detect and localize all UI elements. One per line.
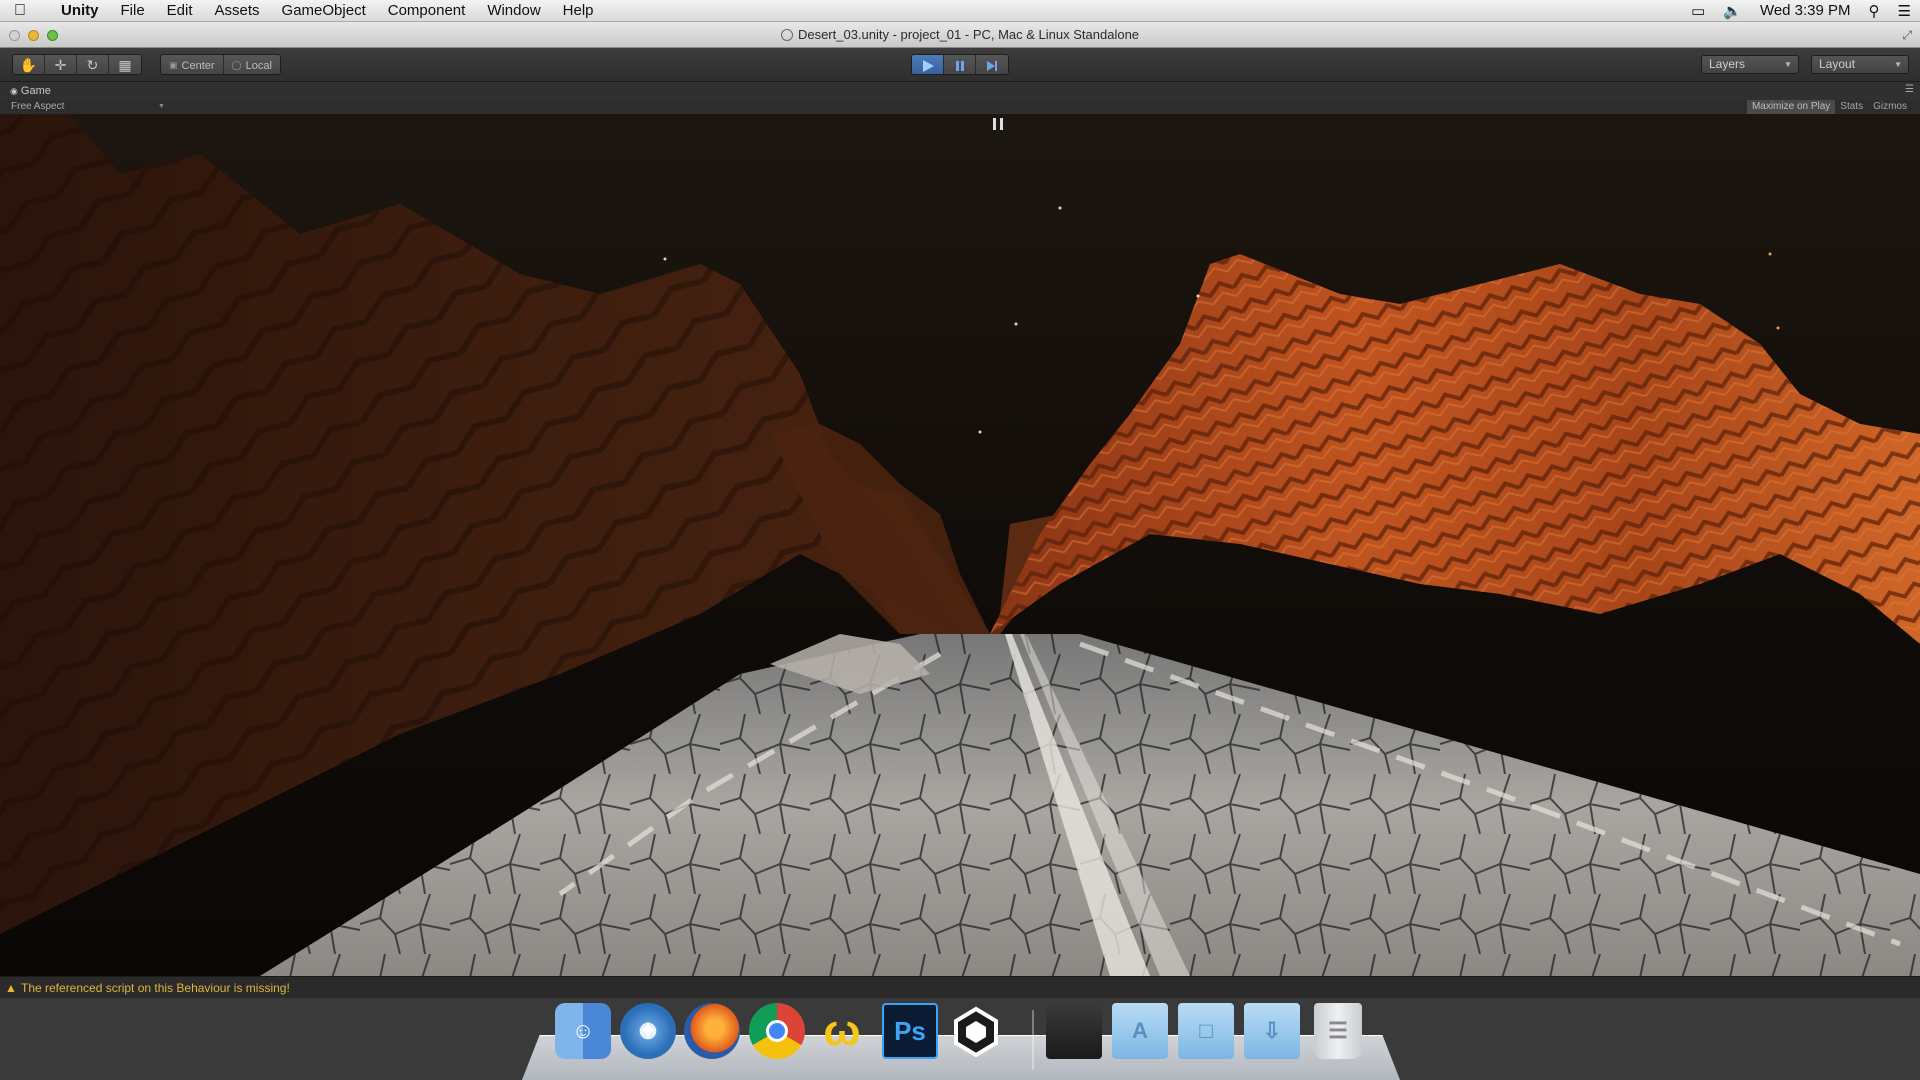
- safari-icon[interactable]: ✦: [620, 1003, 676, 1059]
- fullscreen-icon[interactable]: ⤢: [1902, 28, 1912, 43]
- aspect-dropdown[interactable]: Free Aspect: [11, 100, 64, 114]
- unity-toolbar: ✋ ✛ ↻ ▦ ▣ Center ◯ Local Layers ▼ Layout ▼: [0, 48, 1920, 82]
- notification-center-icon[interactable]: ☰: [1889, 2, 1920, 20]
- folder-icon[interactable]: [1046, 1003, 1102, 1059]
- game-panel-header: ◉ Game ☰: [0, 82, 1920, 100]
- layout-dropdown[interactable]: Layout ▼: [1811, 55, 1909, 74]
- game-control-bar: Free Aspect ▼ Maximize on Play Stats Giz…: [0, 100, 1920, 114]
- menu-edit[interactable]: Edit: [156, 2, 204, 19]
- unity-logo-icon: [954, 1006, 998, 1057]
- play-icon: [922, 59, 934, 72]
- chevron-down-icon: ▼: [1894, 60, 1902, 69]
- gizmos-dropdown[interactable]: Gizmos: [1868, 100, 1912, 114]
- status-bar[interactable]: ▲ The referenced script on this Behaviou…: [0, 976, 1920, 998]
- warning-icon: ▲: [5, 981, 17, 995]
- play-controls: [911, 54, 1009, 75]
- play-button[interactable]: [912, 55, 944, 74]
- chevron-down-icon[interactable]: ▼: [158, 100, 165, 114]
- pause-icon: [955, 60, 964, 71]
- applications-folder-icon[interactable]: A: [1112, 1003, 1168, 1059]
- pivot-center-icon: ▣: [169, 60, 178, 70]
- pivot-local-icon: ◯: [231, 60, 242, 70]
- step-button[interactable]: [976, 55, 1008, 74]
- menu-file[interactable]: File: [110, 2, 156, 19]
- firefox-icon[interactable]: [684, 1003, 740, 1059]
- chrome-icon[interactable]: [749, 1003, 805, 1059]
- step-icon: [987, 60, 997, 71]
- tab-game[interactable]: ◉ Game: [10, 82, 51, 100]
- panel-menu-icon[interactable]: ☰: [1905, 81, 1914, 99]
- pivot-toggles: ▣ Center ◯ Local: [160, 54, 281, 75]
- chevron-down-icon: ▼: [1784, 60, 1792, 69]
- menu-component[interactable]: Component: [377, 2, 477, 19]
- downloads-folder-icon[interactable]: ⇩: [1244, 1003, 1300, 1059]
- scale-tool-icon[interactable]: ▦: [109, 55, 141, 74]
- hand-tool-icon[interactable]: ✋: [13, 55, 45, 74]
- dock-separator: [1032, 1010, 1034, 1070]
- window-title-bar: Desert_03.unity - project_01 - PC, Mac &…: [0, 22, 1920, 48]
- documents-folder-icon[interactable]: □: [1178, 1003, 1234, 1059]
- spotlight-search-icon[interactable]: ⚲: [1860, 2, 1889, 20]
- unity-icon[interactable]: [948, 1003, 1004, 1059]
- game-viewport[interactable]: [0, 114, 1920, 976]
- rotate-tool-icon[interactable]: ↻: [77, 55, 109, 74]
- transform-tools: ✋ ✛ ↻ ▦: [12, 54, 142, 75]
- unity-document-icon: [780, 29, 793, 41]
- move-tool-icon[interactable]: ✛: [45, 55, 77, 74]
- menu-gameobject[interactable]: GameObject: [271, 2, 377, 19]
- layers-dropdown[interactable]: Layers ▼: [1701, 55, 1799, 74]
- status-message[interactable]: The referenced script on this Behaviour …: [21, 977, 290, 999]
- pivot-local-button[interactable]: ◯ Local: [224, 55, 280, 74]
- pause-button[interactable]: [944, 55, 976, 74]
- pivot-center-button[interactable]: ▣ Center: [161, 55, 224, 74]
- app-icon[interactable]: ω: [814, 1003, 870, 1059]
- finder-icon[interactable]: ☺: [555, 1003, 611, 1059]
- menu-app-unity[interactable]: Unity: [50, 2, 110, 19]
- stats-toggle[interactable]: Stats: [1835, 100, 1868, 114]
- window-title: Desert_03.unity - project_01 - PC, Mac &…: [797, 27, 1140, 42]
- menu-assets[interactable]: Assets: [204, 2, 271, 19]
- airplay-icon[interactable]: ▭: [1682, 2, 1714, 20]
- game-tab-icon: ◉: [10, 86, 18, 96]
- maximize-on-play-toggle[interactable]: Maximize on Play: [1746, 100, 1836, 114]
- menu-bar:  Unity File Edit Assets GameObject Comp…: [0, 0, 1920, 22]
- trash-icon[interactable]: ☰: [1314, 1003, 1362, 1059]
- game-scene: [0, 114, 1920, 976]
- clock[interactable]: Wed 3:39 PM: [1751, 2, 1860, 19]
- photoshop-icon[interactable]: Ps: [882, 1003, 938, 1059]
- volume-icon[interactable]: 🔈: [1714, 2, 1751, 20]
- apple-menu-icon[interactable]: : [14, 2, 38, 20]
- menu-window[interactable]: Window: [476, 2, 551, 19]
- menu-help[interactable]: Help: [552, 2, 605, 19]
